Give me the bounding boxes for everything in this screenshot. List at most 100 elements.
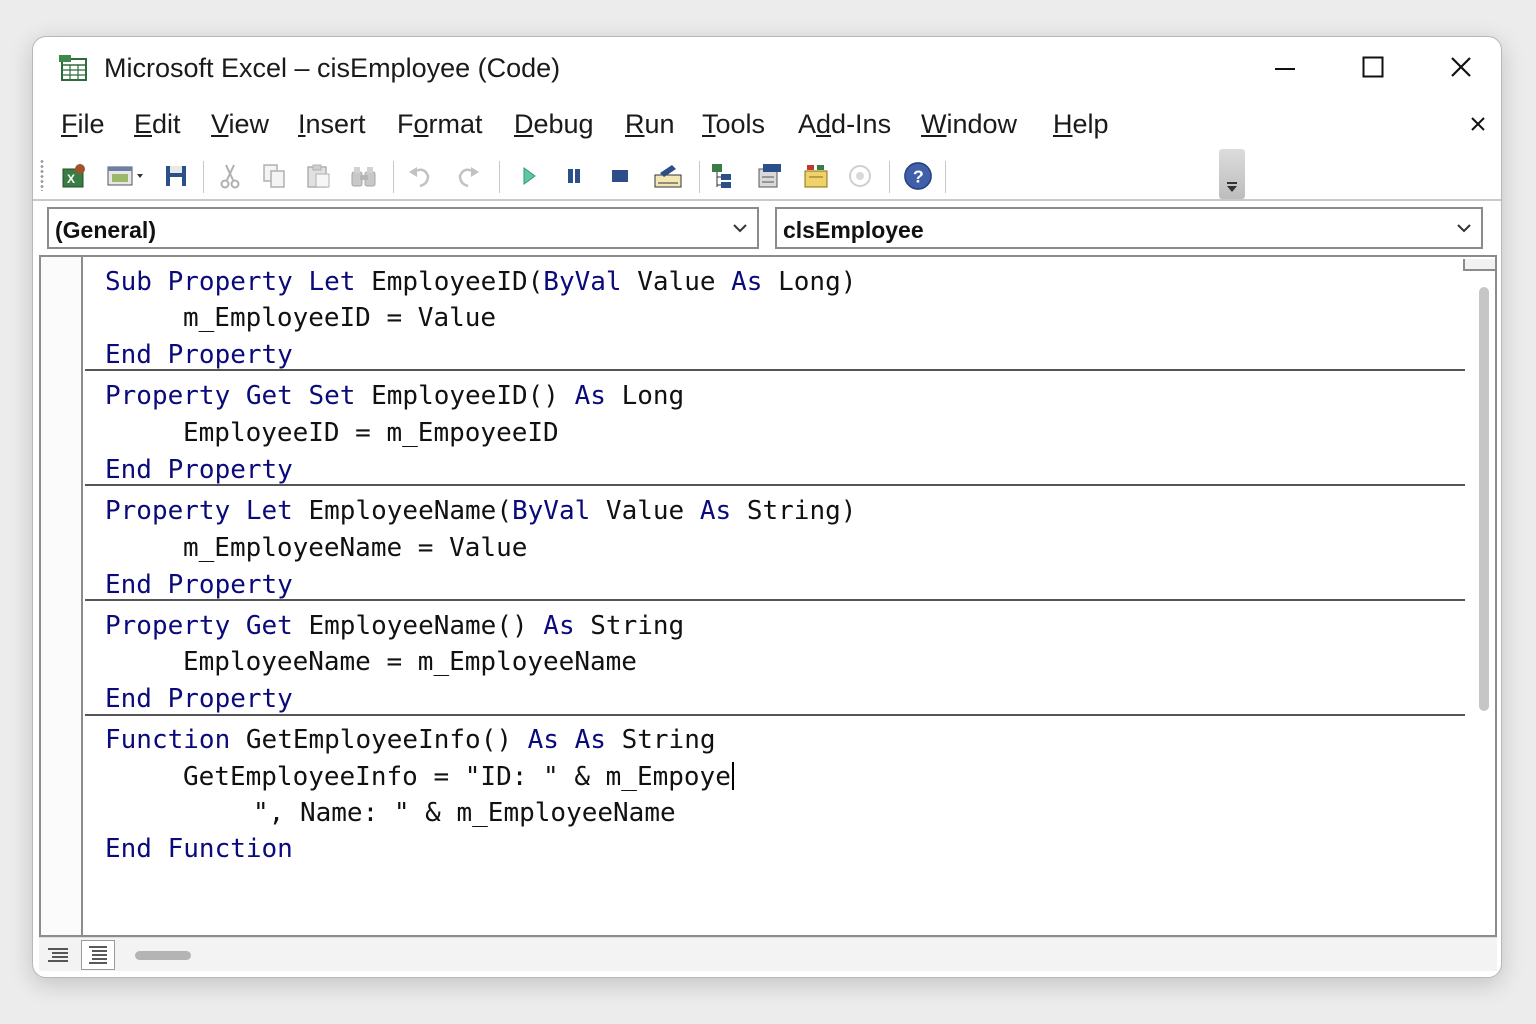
code-line[interactable]: EmployeeName = m_EmployeeName xyxy=(183,647,637,677)
full-module-view-button[interactable] xyxy=(81,940,115,970)
code-text: m_EmployeeID = Value xyxy=(183,303,497,333)
menu-view[interactable]: View xyxy=(211,109,269,140)
code-text: EmployeeName() xyxy=(292,611,544,641)
toolbar-grip[interactable] xyxy=(39,159,45,191)
design-mode-button[interactable] xyxy=(651,161,687,191)
margin-indicator-bar[interactable] xyxy=(41,257,83,935)
menu-debug[interactable]: Debug xyxy=(514,109,594,140)
view-excel-icon: X xyxy=(62,164,85,188)
cut-button[interactable] xyxy=(215,161,245,191)
code-line[interactable]: Sub Property Let EmployeeID(ByVal Value … xyxy=(105,267,856,297)
find-button[interactable] xyxy=(349,161,379,191)
excel-app-icon xyxy=(59,55,89,83)
code-line[interactable]: End Property xyxy=(105,570,293,600)
menu-tools[interactable]: Tools xyxy=(702,109,765,140)
menu-help[interactable]: Help xyxy=(1053,109,1109,140)
horizontal-scroll-thumb[interactable] xyxy=(135,951,191,960)
break-button[interactable] xyxy=(559,161,589,191)
paste-button[interactable] xyxy=(303,161,333,191)
code-text: EmployeeID() xyxy=(355,381,575,411)
code-keyword: As xyxy=(543,611,575,641)
toolbar-separator xyxy=(889,161,890,193)
code-text: Value xyxy=(590,496,700,526)
title-bar: Microsoft Excel – cisEmployee (Code) xyxy=(33,37,1501,101)
run-button[interactable] xyxy=(513,161,543,191)
close-window-button[interactable] xyxy=(1431,47,1491,87)
toolbox-button[interactable] xyxy=(845,161,875,191)
cut-icon xyxy=(220,164,240,189)
save-button[interactable] xyxy=(161,161,191,191)
code-line[interactable]: Property Get Set EmployeeID() As Long xyxy=(105,381,684,411)
undo-icon xyxy=(409,167,430,188)
minimize-button[interactable] xyxy=(1255,47,1315,87)
object-combobox[interactable]: (General) xyxy=(47,207,759,249)
code-line[interactable]: GetEmployeeInfo = "ID: " & m_Empoye xyxy=(183,762,734,792)
code-window-status-bar xyxy=(39,937,1497,971)
redo-button[interactable] xyxy=(453,161,483,191)
code-keyword: Property Let xyxy=(105,496,293,526)
menu-run[interactable]: Run xyxy=(625,109,675,140)
split-bar[interactable] xyxy=(1463,259,1497,271)
menu-edit[interactable]: Edit xyxy=(134,109,181,140)
object-browser-button[interactable] xyxy=(801,161,831,191)
project-explorer-button[interactable] xyxy=(709,161,739,191)
help-button[interactable]: ? xyxy=(903,161,933,191)
code-line[interactable]: m_EmployeeID = Value xyxy=(183,303,496,333)
svg-text:?: ? xyxy=(913,167,924,187)
toolbar-options-button[interactable] xyxy=(1219,149,1245,199)
toolbar-separator xyxy=(945,161,946,193)
code-line[interactable]: EmployeeID = m_EmpoyeeID xyxy=(183,418,559,448)
object-browser-icon xyxy=(804,165,828,188)
procedure-combobox[interactable]: clsEmployee xyxy=(775,207,1483,249)
menu-insert[interactable]: Insert xyxy=(298,109,366,140)
procedure-separator xyxy=(85,714,1465,716)
menu-file[interactable]: File xyxy=(61,109,105,140)
vertical-scroll-thumb[interactable] xyxy=(1479,287,1489,711)
code-text: Long xyxy=(605,381,685,411)
copy-button[interactable] xyxy=(259,161,289,191)
window-title: Microsoft Excel – cisEmployee (Code) xyxy=(104,53,561,83)
code-text: m_EmployeeName = Value xyxy=(183,533,528,563)
code-keyword: End Property xyxy=(105,684,293,714)
reset-icon xyxy=(612,170,628,182)
chevron-down-icon xyxy=(1457,224,1471,233)
code-keyword: As xyxy=(574,381,606,411)
code-line[interactable]: Property Get EmployeeName() As String xyxy=(105,611,684,641)
view-excel-button[interactable]: X xyxy=(59,161,89,191)
code-editor[interactable]: Sub Property Let EmployeeID(ByVal Value … xyxy=(39,255,1497,937)
vertical-scrollbar[interactable] xyxy=(1463,259,1497,927)
properties-window-button[interactable] xyxy=(755,161,785,191)
menu-window[interactable]: Window xyxy=(921,109,1017,140)
close-code-window-button[interactable] xyxy=(1463,109,1493,139)
procedure-view-icon xyxy=(48,948,68,962)
paste-icon xyxy=(307,164,330,188)
break-icon xyxy=(568,169,580,183)
code-keyword: As xyxy=(699,496,732,526)
toolbox-icon xyxy=(849,165,871,187)
copy-icon xyxy=(263,164,285,188)
code-keyword: Sub Property Let xyxy=(105,267,356,297)
undo-button[interactable] xyxy=(405,161,435,191)
code-line[interactable]: Function GetEmployeeInfo() As As String xyxy=(105,725,716,755)
code-line[interactable]: End Function xyxy=(105,834,293,864)
code-line[interactable]: End Property xyxy=(105,340,293,370)
help-icon: ? xyxy=(904,162,932,190)
procedure-view-button[interactable] xyxy=(41,940,75,970)
code-line[interactable]: m_EmployeeName = Value xyxy=(183,533,527,563)
code-text: Long) xyxy=(762,267,857,297)
code-line[interactable]: End Property xyxy=(105,684,293,714)
menu-format[interactable]: Format xyxy=(397,109,483,140)
save-icon xyxy=(166,166,186,186)
code-line[interactable]: End Property xyxy=(105,455,293,485)
procedure-combobox-value: clsEmployee xyxy=(783,217,924,243)
find-icon xyxy=(351,167,376,187)
chevron-down-icon xyxy=(1227,182,1237,192)
maximize-button[interactable] xyxy=(1343,47,1403,87)
reset-button[interactable] xyxy=(605,161,635,191)
insert-userform-button[interactable] xyxy=(105,161,145,191)
code-line[interactable]: Property Let EmployeeName(ByVal Value As… xyxy=(105,496,856,526)
menu-add-ins[interactable]: Add-Ins xyxy=(798,109,891,140)
code-line[interactable]: ", Name: " & m_EmployeeName xyxy=(253,798,676,828)
code-keyword: As xyxy=(731,267,763,297)
full-module-view-icon xyxy=(89,946,107,964)
